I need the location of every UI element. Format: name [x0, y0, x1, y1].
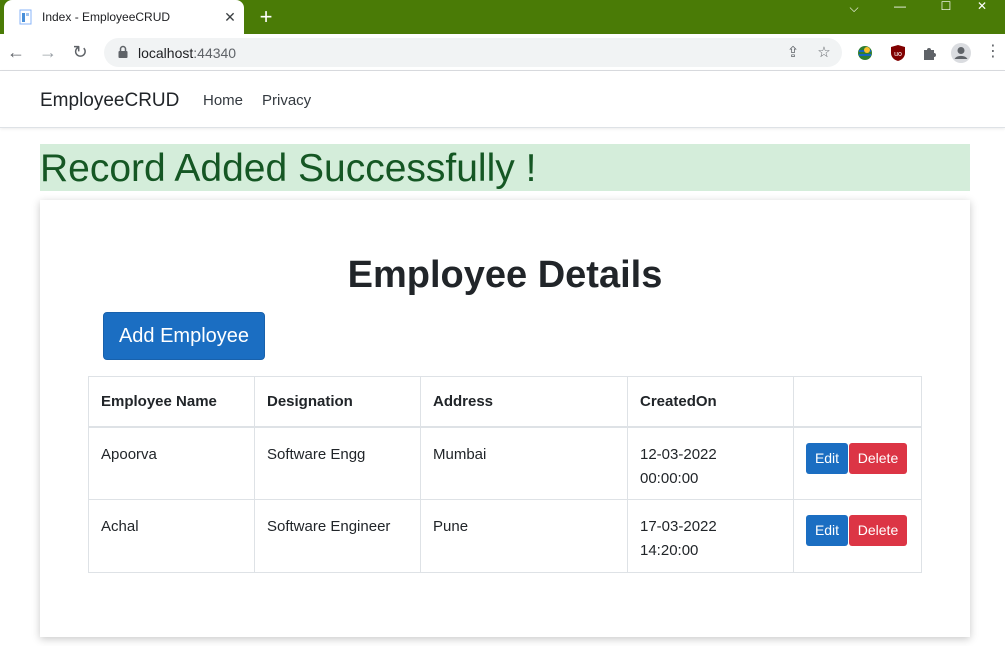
edit-button[interactable]: Edit	[806, 442, 848, 474]
column-header-designation: Designation	[254, 376, 421, 428]
forward-icon[interactable]: →	[36, 40, 60, 64]
alert-message: Record Added Successfully !	[40, 147, 537, 190]
column-header-address: Address	[420, 376, 628, 428]
delete-button[interactable]: Delete	[849, 442, 907, 474]
browser-tab[interactable]: Index - EmployeeCRUD ✕	[4, 0, 244, 34]
success-alert: Record Added Successfully !	[40, 144, 970, 191]
close-window-icon[interactable]: ✕	[959, 0, 1005, 14]
site-navbar: EmployeeCRUD Home Privacy	[0, 71, 1005, 128]
profile-avatar-icon[interactable]	[950, 42, 972, 64]
menu-kebab-icon[interactable]: ⋮	[981, 40, 1005, 64]
cell-address: Mumbai	[420, 426, 628, 500]
browser-titlebar: Index - EmployeeCRUD ✕ + ⌵ — ☐ ✕	[0, 0, 1005, 34]
extensions-puzzle-icon[interactable]	[918, 42, 940, 64]
created-date: 17-03-2022	[640, 518, 717, 535]
cell-actions: Edit Delete	[793, 426, 922, 500]
cell-createdon: 12-03-2022 00:00:00	[627, 426, 794, 500]
page-icon	[19, 9, 32, 25]
created-time: 00:00:00	[640, 469, 699, 487]
created-date: 12-03-2022	[640, 445, 717, 463]
extension-globe-icon[interactable]	[854, 42, 876, 64]
reload-icon[interactable]: ↻	[68, 40, 92, 64]
column-header-actions	[793, 376, 922, 428]
tab-title: Index - EmployeeCRUD	[42, 10, 171, 24]
employee-card: Employee Details Add Employee Employee N…	[40, 200, 970, 637]
cell-name: Achal	[88, 499, 255, 573]
nav-link-privacy[interactable]: Privacy	[262, 92, 311, 109]
url-text: localhost:44340	[138, 45, 237, 61]
minimize-icon[interactable]: —	[877, 0, 923, 14]
brand-link[interactable]: EmployeeCRUD	[40, 90, 179, 112]
table-header-row: Employee Name Designation Address Create…	[88, 376, 922, 428]
svg-text:uo: uo	[894, 51, 902, 58]
lock-icon	[118, 45, 128, 58]
bookmark-star-icon[interactable]: ☆	[814, 43, 834, 63]
nav-link-home[interactable]: Home	[203, 92, 243, 109]
cell-designation: Software Engg	[254, 426, 421, 500]
add-employee-button[interactable]: Add Employee	[103, 312, 265, 360]
table-row: Achal Software Engineer Pune 17-03-2022 …	[88, 499, 922, 573]
new-tab-icon[interactable]: +	[256, 6, 276, 28]
cell-address: Pune	[420, 499, 628, 573]
created-time: 14:20:00	[640, 542, 699, 559]
employee-table: Employee Name Designation Address Create…	[88, 376, 922, 573]
column-header-createdon: CreatedOn	[627, 376, 794, 428]
cell-actions: Edit Delete	[793, 499, 922, 573]
ublock-icon[interactable]: uo	[887, 42, 909, 64]
address-bar[interactable]: localhost:44340 ⇪ ☆	[104, 38, 842, 67]
share-icon[interactable]: ⇪	[783, 43, 803, 63]
close-tab-icon[interactable]: ✕	[222, 9, 238, 25]
cell-createdon: 17-03-2022 14:20:00	[627, 499, 794, 573]
table-row: Apoorva Software Engg Mumbai 12-03-2022 …	[88, 426, 922, 500]
column-header-name: Employee Name	[88, 376, 255, 428]
page-title: Employee Details	[347, 254, 663, 296]
tab-search-icon[interactable]: ⌵	[831, 2, 877, 16]
edit-button[interactable]: Edit	[806, 515, 848, 546]
cell-name: Apoorva	[88, 426, 255, 500]
delete-button[interactable]: Delete	[849, 515, 907, 546]
browser-toolbar: ← → ↻ localhost:44340 ⇪ ☆ uo ⋮	[0, 34, 1005, 71]
back-icon[interactable]: ←	[4, 40, 28, 64]
cell-designation: Software Engineer	[254, 499, 421, 573]
